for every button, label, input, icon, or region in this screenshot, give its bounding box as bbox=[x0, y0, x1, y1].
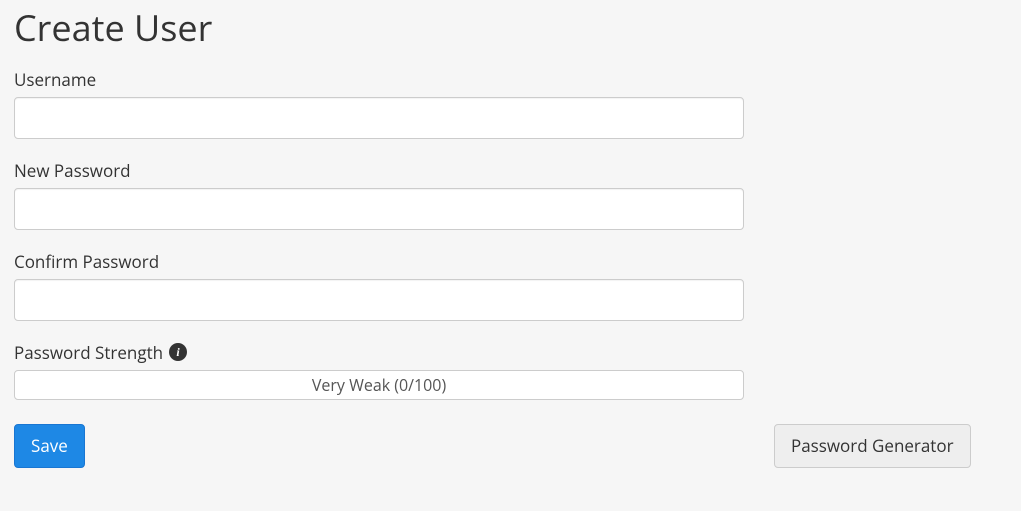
confirm-password-label: Confirm Password bbox=[14, 250, 744, 273]
password-strength-text: Very Weak (0/100) bbox=[312, 374, 446, 396]
password-strength-meter: Very Weak (0/100) bbox=[14, 370, 744, 400]
password-generator-button[interactable]: Password Generator bbox=[774, 424, 971, 468]
password-strength-label: Password Strength bbox=[14, 341, 163, 364]
password-strength-group: Password Strength i Very Weak (0/100) bbox=[14, 341, 744, 400]
new-password-input[interactable] bbox=[14, 188, 744, 230]
info-icon[interactable]: i bbox=[169, 343, 187, 361]
new-password-group: New Password bbox=[14, 159, 744, 230]
username-group: Username bbox=[14, 68, 744, 139]
page-title: Create User bbox=[14, 5, 1007, 52]
confirm-password-group: Confirm Password bbox=[14, 250, 744, 321]
new-password-label: New Password bbox=[14, 159, 744, 182]
username-input[interactable] bbox=[14, 97, 744, 139]
confirm-password-input[interactable] bbox=[14, 279, 744, 321]
save-button[interactable]: Save bbox=[14, 424, 85, 468]
username-label: Username bbox=[14, 68, 744, 91]
